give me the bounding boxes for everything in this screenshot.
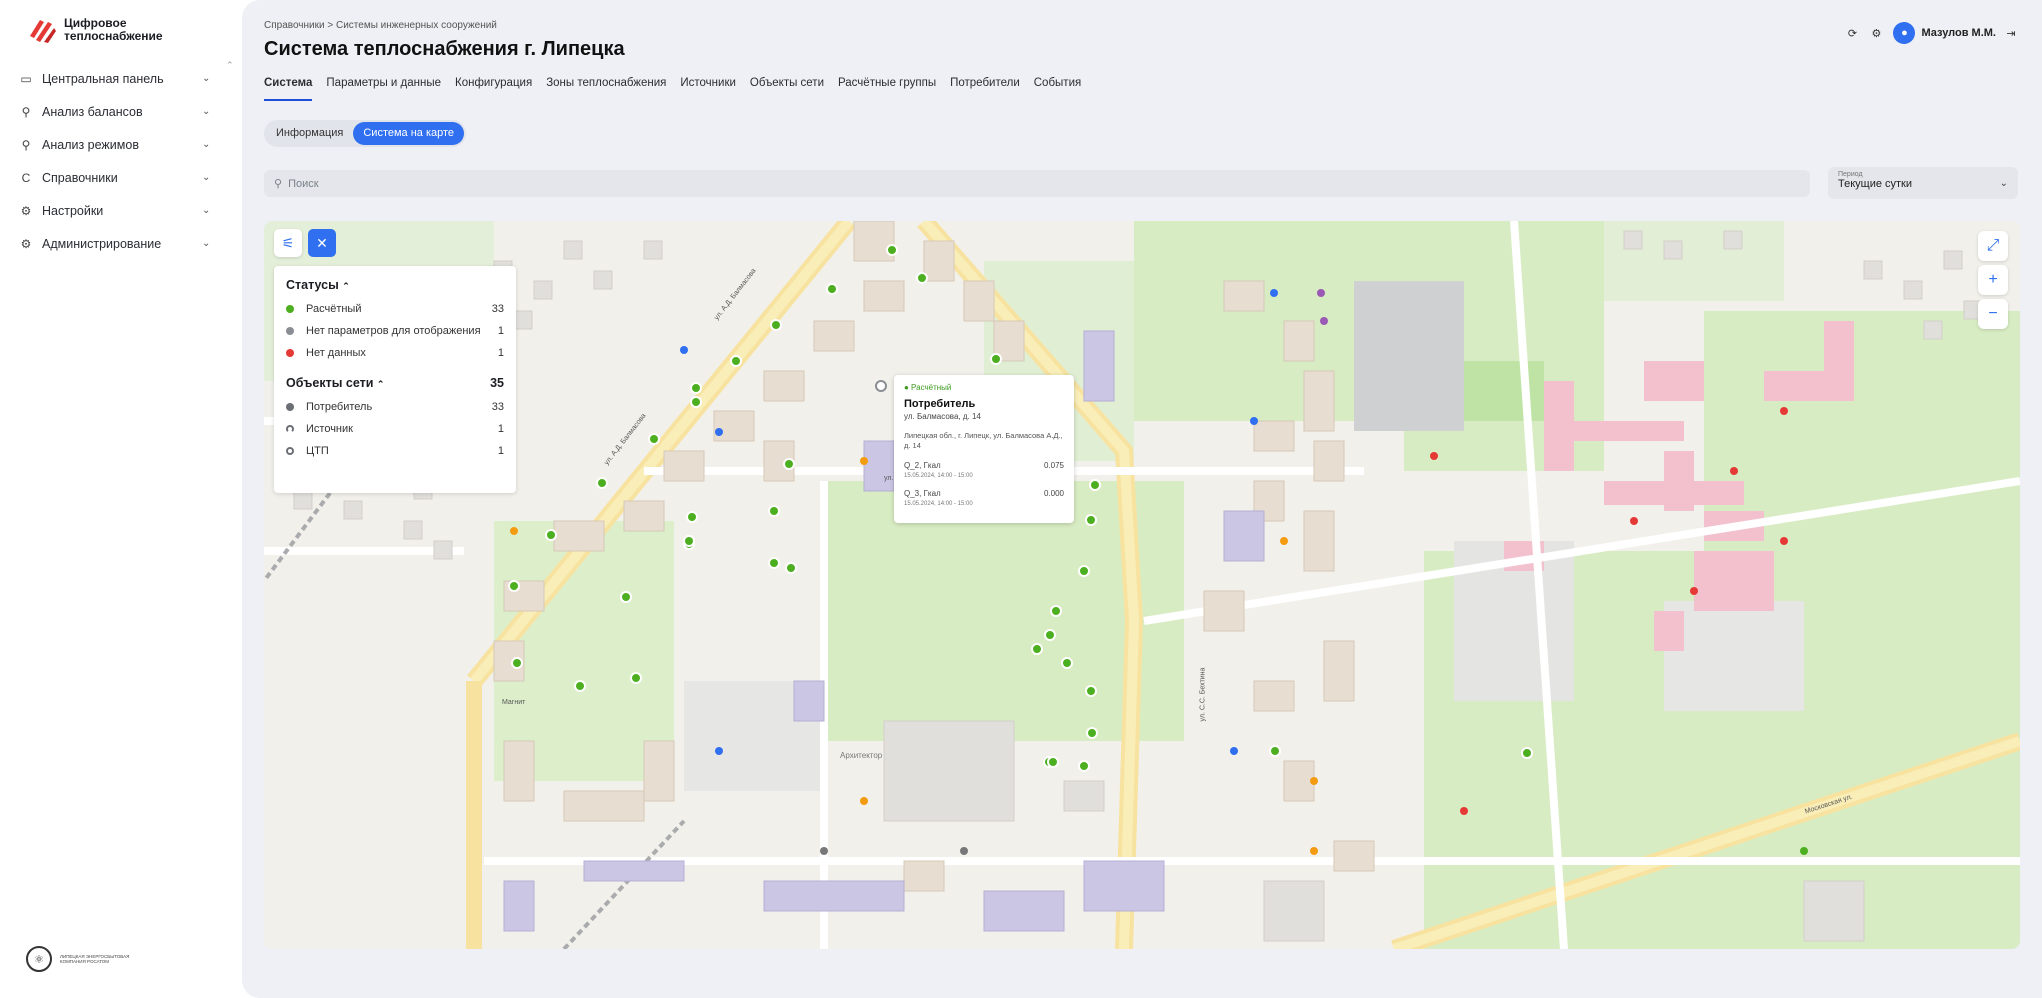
- source-icon: [286, 425, 294, 433]
- filter-button[interactable]: ⚟: [274, 229, 302, 257]
- popup-status: ● Расчётный: [904, 383, 952, 392]
- place-label-arkhitektor: Архитектор: [840, 751, 883, 760]
- sidebar-item-modes[interactable]: ⚲ Анализ режимов ⌄: [18, 128, 214, 161]
- sidebar-scroll-up-icon[interactable]: ⌃: [226, 60, 234, 71]
- popup-row: Q_3, Гкал 0.000: [904, 489, 1064, 498]
- chevron-down-icon: ⌄: [202, 205, 211, 216]
- plus-icon: +: [1988, 271, 1998, 288]
- refresh-icon[interactable]: ⟳: [1843, 24, 1861, 42]
- zoom-in-button[interactable]: +: [1978, 265, 2008, 295]
- map-legend: Статусы ⌃ Расчётный 33 Нет параметров дл…: [274, 266, 516, 493]
- place-label-magnit: Магнит: [502, 699, 526, 706]
- logo-line2: теплоснабжение: [64, 29, 163, 43]
- view-switch: Информация Система на карте: [264, 120, 467, 147]
- chevron-down-icon: ⌄: [202, 139, 211, 150]
- map-base: [264, 221, 2020, 949]
- sidebar: Цифровое теплоснабжение ⌃ ▭ Центральная …: [0, 0, 240, 998]
- period-select[interactable]: Период Текущие сутки ⌄: [1828, 167, 2018, 199]
- main-content: Справочники > Системы инженерных сооруже…: [242, 0, 2042, 998]
- zoom-out-button[interactable]: −: [1978, 299, 2008, 329]
- footer-logo-text: ЛИПЕЦКАЯ ЭНЕРГОСБЫТОВАЯ КОМПАНИЯ РОСАТОМ: [60, 953, 130, 965]
- tab-consumers[interactable]: Потребители: [950, 77, 1020, 101]
- chevron-down-icon: ⌄: [202, 73, 211, 84]
- tab-events[interactable]: События: [1034, 77, 1081, 101]
- tab-network-objects[interactable]: Объекты сети: [750, 77, 824, 101]
- legend-status-row[interactable]: Нет данных 1: [286, 342, 504, 364]
- tab-parameters[interactable]: Параметры и данные: [326, 77, 441, 101]
- sidebar-item-admin[interactable]: ⚙ Администрирование ⌄: [18, 227, 214, 260]
- legend-objects-count: 35: [490, 376, 504, 390]
- app-logo[interactable]: Цифровое теплоснабжение: [26, 14, 174, 46]
- info-segment-button[interactable]: Информация: [266, 122, 353, 145]
- page-title: Система теплоснабжения г. Липецка: [264, 38, 625, 60]
- legend-status-row[interactable]: Нет параметров для отображения 1: [286, 320, 504, 342]
- popup-row: Q_2, Гкал 0.075: [904, 461, 1064, 470]
- rosatom-logo-icon: ⚛: [26, 946, 52, 972]
- legend-object-row[interactable]: ЦТП 1: [286, 440, 504, 462]
- object-popup: ● Расчётный Потребитель ул. Балмасова, д…: [894, 375, 1074, 523]
- dashboard-icon: ▭: [20, 71, 32, 86]
- filter-icon: ⚟: [281, 234, 295, 251]
- balance-icon: ⚲: [21, 104, 31, 119]
- fullscreen-icon: ⤢: [1986, 237, 2000, 254]
- legend-statuses-title: Статусы: [286, 278, 339, 292]
- popup-timestamp: 15.05.2024, 14:00 - 15:00: [904, 501, 973, 507]
- tab-calc-groups[interactable]: Расчётные группы: [838, 77, 936, 101]
- chevron-up-icon: ⌃: [342, 281, 350, 291]
- legend-object-row[interactable]: Источник 1: [286, 418, 504, 440]
- admin-icon: ⚙: [20, 236, 32, 251]
- tab-configuration[interactable]: Конфигурация: [455, 77, 532, 101]
- legend-status-row[interactable]: Расчётный 33: [286, 298, 504, 320]
- fullscreen-button[interactable]: ⤢: [1978, 231, 2008, 261]
- period-label: Период: [1838, 171, 1863, 178]
- tab-zones[interactable]: Зоны теплоснабжения: [546, 77, 666, 101]
- map-segment-button[interactable]: Система на карте: [353, 122, 465, 145]
- status-dot-icon: [286, 349, 294, 357]
- tabs: Система Параметры и данные Конфигурация …: [264, 77, 1095, 101]
- logo-mark-icon: [26, 14, 58, 46]
- user-toolbar: ⟳ ⚙ ● Мазулов М.М. ⇥: [1837, 22, 2020, 44]
- sidebar-item-dashboard[interactable]: ▭ Центральная панель ⌄: [18, 62, 214, 95]
- consumer-icon: [286, 403, 294, 411]
- user-name[interactable]: Мазулов М.М.: [1921, 27, 1996, 39]
- close-legend-button[interactable]: ✕: [308, 229, 336, 257]
- directory-icon: C: [21, 170, 31, 185]
- chevron-up-icon: ⌃: [376, 379, 385, 389]
- popup-title: Потребитель: [904, 398, 976, 410]
- search-placeholder: Поиск: [288, 177, 319, 190]
- sidebar-item-directories[interactable]: C Справочники ⌄: [18, 161, 214, 194]
- period-value: Текущие сутки: [1838, 178, 1913, 190]
- settings-icon: ⚙: [20, 203, 32, 218]
- tab-sources[interactable]: Источники: [680, 77, 736, 101]
- close-icon: ✕: [316, 234, 328, 251]
- minus-icon: −: [1988, 305, 1998, 322]
- sidebar-item-balances[interactable]: ⚲ Анализ балансов ⌄: [18, 95, 214, 128]
- legend-object-row[interactable]: Потребитель 33: [286, 396, 504, 418]
- status-dot-icon: [286, 327, 294, 335]
- tab-system[interactable]: Система: [264, 77, 313, 101]
- ctp-icon: [286, 447, 294, 455]
- chevron-down-icon: ⌄: [1999, 178, 2008, 189]
- logout-icon[interactable]: ⇥: [2002, 24, 2020, 42]
- legend-objects-title: Объекты сети: [286, 376, 374, 390]
- settings-gear-icon[interactable]: ⚙: [1867, 24, 1885, 42]
- chevron-down-icon: ⌄: [202, 172, 211, 183]
- footer-logo: ⚛ ЛИПЕЦКАЯ ЭНЕРГОСБЫТОВАЯ КОМПАНИЯ РОСАТ…: [26, 946, 130, 972]
- chevron-down-icon: ⌄: [202, 238, 211, 249]
- sidebar-nav: ▭ Центральная панель ⌄ ⚲ Анализ балансов…: [18, 62, 214, 260]
- popup-address: ул. Балмасова, д. 14: [904, 412, 981, 421]
- status-dot-icon: [286, 305, 294, 313]
- street-label-bekhtina: ул. С.С. Бехтина: [1199, 667, 1207, 722]
- search-input[interactable]: ⚲ Поиск: [264, 170, 1810, 197]
- popup-full-address: Липецкая обл., г. Липецк, ул. Балмасова …: [904, 431, 1063, 450]
- breadcrumb[interactable]: Справочники > Системы инженерных сооруже…: [264, 20, 497, 31]
- chevron-down-icon: ⌄: [202, 106, 211, 117]
- avatar[interactable]: ●: [1893, 22, 1916, 44]
- modes-icon: ⚲: [21, 137, 31, 152]
- search-icon: ⚲: [274, 178, 283, 190]
- sidebar-item-settings[interactable]: ⚙ Настройки ⌄: [18, 194, 214, 227]
- map-view[interactable]: ул. А.Д. Балмасова ул. А.Д. Балмасова ул…: [264, 221, 2020, 949]
- popup-timestamp: 15.05.2024, 14:00 - 15:00: [904, 473, 973, 479]
